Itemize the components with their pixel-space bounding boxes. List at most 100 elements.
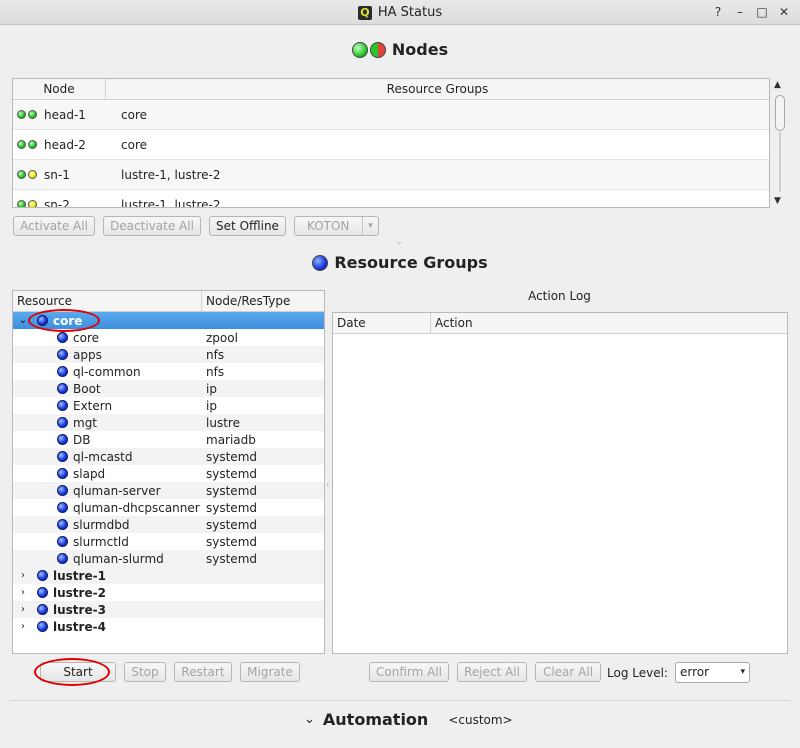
nodes-table[interactable]: Node Resource Groups head-1 core head-2 cor… <box>12 78 770 208</box>
tree-row[interactable]: slapd systemd <box>13 465 324 482</box>
chevron-right-icon[interactable]: › <box>18 621 28 632</box>
chevron-down-icon[interactable]: ⌄ <box>304 712 315 727</box>
resource-status-icon <box>57 502 68 513</box>
tree-row[interactable]: slurmdbd systemd <box>13 516 324 533</box>
table-row[interactable]: head-1 core <box>13 100 769 130</box>
tree-row[interactable]: qluman-slurmd systemd <box>13 550 324 567</box>
nodes-table-header: Node Resource Groups <box>13 79 769 100</box>
koton-dropdown[interactable]: KOTON ▾ <box>294 216 379 236</box>
tree-group-row[interactable]: › lustre-4 <box>13 618 324 635</box>
resource-status-icon <box>57 485 68 496</box>
tree-row[interactable]: apps nfs <box>13 346 324 363</box>
resource-tree[interactable]: Resource Node/ResType ⌄ core core zpool apps… <box>12 290 325 654</box>
resource-type: systemd <box>206 449 257 464</box>
action-log-table[interactable]: Date Action <box>332 312 788 654</box>
table-row[interactable]: head-2 core <box>13 130 769 160</box>
resource-type: systemd <box>206 534 257 549</box>
column-header-restype[interactable]: Node/ResType <box>202 291 290 311</box>
chevron-right-icon[interactable]: › <box>18 604 28 615</box>
tree-row[interactable]: ql-mcastd systemd <box>13 448 324 465</box>
column-header-action[interactable]: Action <box>431 313 473 333</box>
log-level-select[interactable]: error ▾ <box>675 662 750 683</box>
column-header-resource[interactable]: Resource <box>13 291 202 311</box>
resource-status-icon <box>57 553 68 564</box>
tree-row[interactable]: Boot ip <box>13 380 324 397</box>
tree-group-row[interactable]: › lustre-1 <box>13 567 324 584</box>
confirm-all-button[interactable]: Confirm All <box>369 662 449 682</box>
set-offline-button[interactable]: Set Offline <box>209 216 286 236</box>
resource-name: ql-mcastd <box>73 449 133 464</box>
action-log-title: Action Log <box>528 289 591 303</box>
table-row[interactable]: sn-2 lustre-1, lustre-2 <box>13 190 769 207</box>
chevron-right-icon[interactable]: › <box>18 570 28 581</box>
vertical-splitter-handle[interactable]: ‹ <box>326 480 331 490</box>
scroll-thumb[interactable] <box>775 95 785 131</box>
splitter-handle[interactable]: ⌄ <box>396 237 404 246</box>
resource-status-icon <box>312 254 329 271</box>
resource-status-icon <box>37 621 48 632</box>
node-name: head-1 <box>44 107 86 122</box>
tree-group-row[interactable]: ⌄ core <box>13 312 324 329</box>
resource-name: qluman-slurmd <box>73 551 164 566</box>
deactivate-all-button[interactable]: Deactivate All <box>103 216 201 236</box>
resource-type: systemd <box>206 551 257 566</box>
resource-type: mariadb <box>206 432 256 447</box>
resource-status-icon <box>57 349 68 360</box>
node-cell: head-2 <box>13 138 106 152</box>
resource-status-icon <box>37 315 48 326</box>
resource-groups-cell: core <box>121 137 147 152</box>
group-name: lustre-2 <box>53 585 106 600</box>
close-icon[interactable]: ✕ <box>776 4 792 20</box>
resource-type: nfs <box>206 364 225 379</box>
column-header-date[interactable]: Date <box>333 313 431 333</box>
stop-button[interactable]: Stop <box>124 662 166 682</box>
clear-all-button[interactable]: Clear All <box>535 662 601 682</box>
chevron-down-icon: ▾ <box>740 667 745 677</box>
tree-row[interactable]: slurmctld systemd <box>13 533 324 550</box>
migrate-button[interactable]: Migrate <box>240 662 300 682</box>
tree-row[interactable]: mgt lustre <box>13 414 324 431</box>
chevron-down-icon[interactable]: ⌄ <box>18 315 28 326</box>
start-button[interactable]: Start <box>40 662 116 682</box>
koton-label: KOTON <box>307 219 350 233</box>
chevron-right-icon[interactable]: › <box>18 587 28 598</box>
help-icon[interactable]: ? <box>710 4 726 20</box>
resource-status-icon <box>57 400 68 411</box>
resource-status-icon <box>57 332 68 343</box>
tree-row[interactable]: Extern ip <box>13 397 324 414</box>
tree-row[interactable]: DB mariadb <box>13 431 324 448</box>
green-status-icon <box>28 140 37 149</box>
resource-status-icon <box>57 366 68 377</box>
tree-row[interactable]: qluman-dhcpscanner systemd <box>13 499 324 516</box>
resource-name: qluman-server <box>73 483 161 498</box>
node-name: head-2 <box>44 137 86 152</box>
group-name: lustre-1 <box>53 568 106 583</box>
automation-value: <custom> <box>448 712 513 727</box>
maximize-icon[interactable]: □ <box>754 4 770 20</box>
column-header-resource-groups[interactable]: Resource Groups <box>106 79 769 99</box>
resource-type: ip <box>206 398 217 413</box>
group-name: lustre-4 <box>53 619 106 634</box>
resource-status-icon <box>57 417 68 428</box>
resource-name: Extern <box>73 398 113 413</box>
tree-row[interactable]: qluman-server systemd <box>13 482 324 499</box>
activate-all-button[interactable]: Activate All <box>13 216 95 236</box>
restart-button[interactable]: Restart <box>174 662 232 682</box>
scroll-up-icon[interactable]: ▲ <box>774 80 781 90</box>
scroll-down-icon[interactable]: ▼ <box>774 196 781 206</box>
tree-group-row[interactable]: › lustre-2 <box>13 584 324 601</box>
column-header-node[interactable]: Node <box>13 79 106 99</box>
minimize-icon[interactable]: – <box>732 4 748 20</box>
resource-groups-cell: core <box>121 107 147 122</box>
resource-groups-title: Resource Groups <box>334 253 488 272</box>
nodes-header: Nodes <box>0 40 800 59</box>
table-row[interactable]: sn-1 lustre-1, lustre-2 <box>13 160 769 190</box>
nodes-scrollbar[interactable]: ▲ ▼ <box>773 80 787 206</box>
tree-row[interactable]: core zpool <box>13 329 324 346</box>
reject-all-button[interactable]: Reject All <box>457 662 527 682</box>
tree-row[interactable]: ql-common nfs <box>13 363 324 380</box>
resource-name: mgt <box>73 415 98 430</box>
resource-status-icon <box>57 468 68 479</box>
automation-section[interactable]: ⌄ Automation <custom> <box>304 710 513 729</box>
tree-group-row[interactable]: › lustre-3 <box>13 601 324 618</box>
